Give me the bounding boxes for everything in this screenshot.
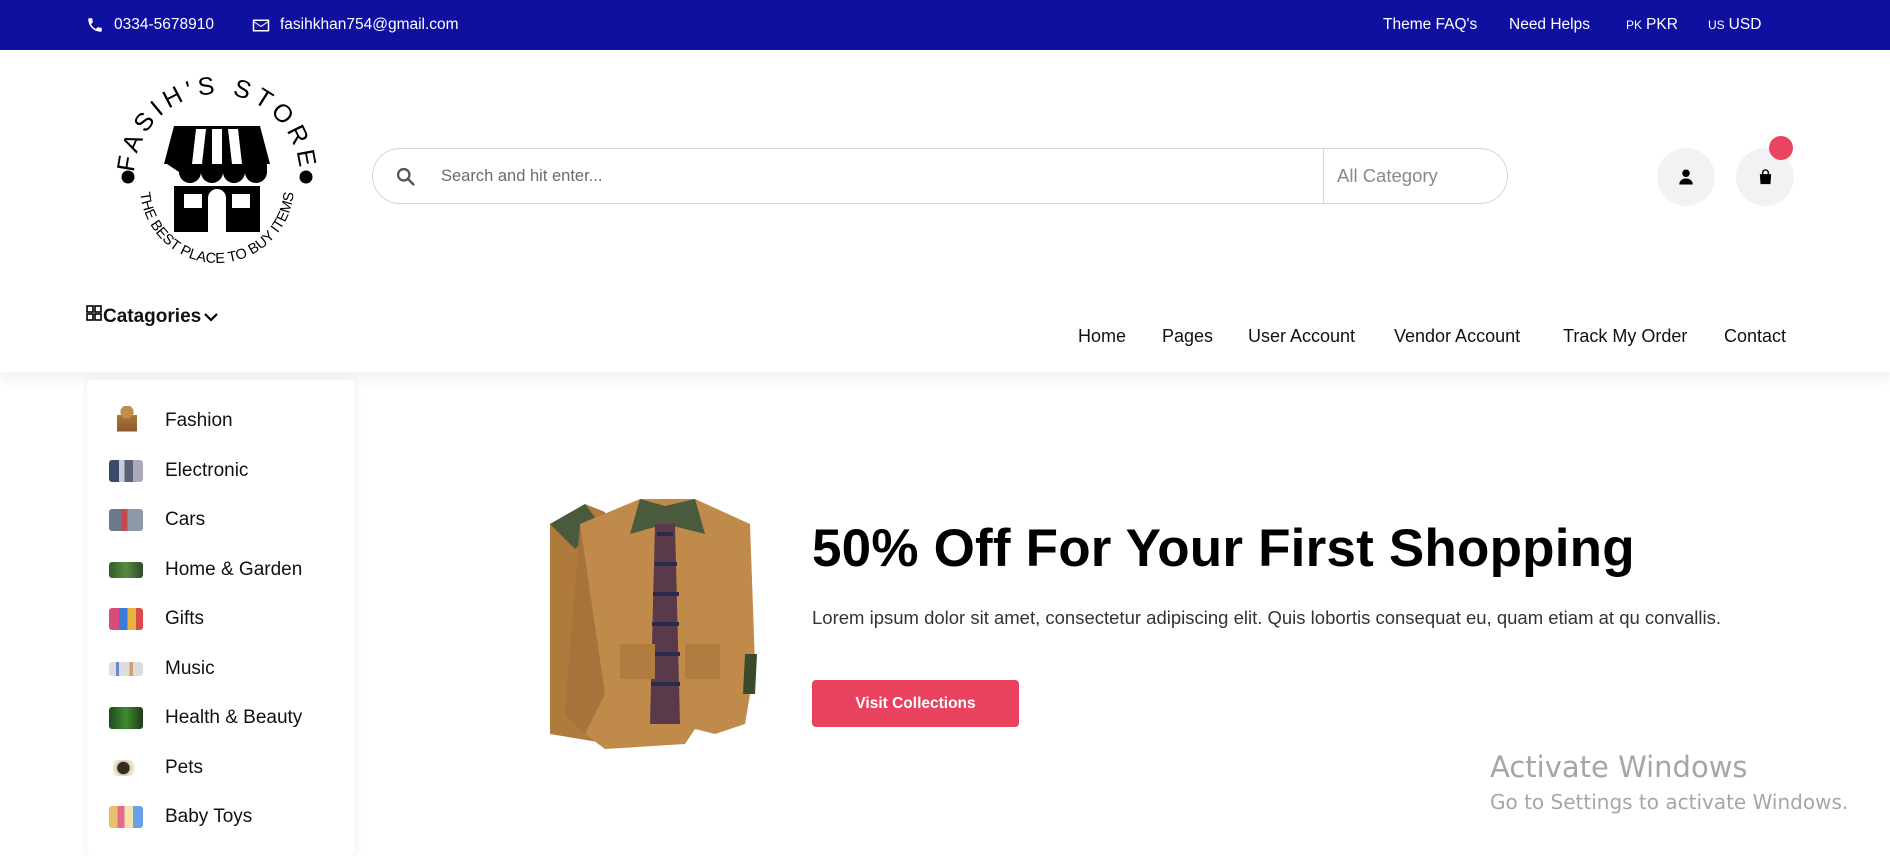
sidebar-item-label: Health & Beauty (165, 707, 303, 728)
currency-pkr-label: PKR (1646, 16, 1678, 33)
sidebar-item-cars[interactable]: Cars (87, 498, 355, 542)
nav-user-account[interactable]: User Account (1248, 326, 1355, 347)
grid-icon (86, 305, 102, 321)
toys-thumb-icon (109, 806, 143, 828)
categories-toggle[interactable]: Catagories (86, 303, 219, 331)
user-account-button[interactable] (1657, 148, 1715, 206)
sidebar-item-fashion[interactable]: Fashion (87, 399, 355, 443)
garden-thumb-icon (109, 562, 143, 578)
need-helps-link[interactable]: Need Helps (1509, 0, 1590, 50)
cars-thumb-icon (109, 509, 143, 531)
electronic-thumb-icon (109, 460, 143, 482)
sidebar-item-label: Pets (165, 757, 204, 778)
nav-pages[interactable]: Pages (1162, 326, 1213, 347)
theme-faq-link[interactable]: Theme FAQ's (1383, 0, 1477, 50)
chevron-down-icon (204, 313, 218, 322)
shopping-bag-icon (1759, 169, 1771, 185)
sidebar-item-label: Cars (165, 509, 206, 530)
categories-label: Catagories (103, 306, 202, 327)
sidebar-item-health-beauty[interactable]: Health & Beauty (87, 696, 355, 740)
sidebar-item-label: Baby Toys (165, 806, 253, 827)
contact-phone: 0334-5678910 (86, 0, 214, 50)
sidebar-item-home-garden[interactable]: Home & Garden (87, 548, 355, 592)
sidebar-item-label: Music (165, 658, 215, 679)
fashion-thumb-icon (117, 406, 137, 436)
hero-title: 50% Off For Your First Shopping (812, 519, 1635, 578)
pk-flag-icon: PK (1626, 18, 1643, 32)
us-flag-icon: US (1708, 18, 1725, 32)
currency-usd-label: USD (1728, 16, 1762, 33)
search-divider (1323, 149, 1324, 203)
gifts-thumb-icon (109, 608, 143, 630)
currency-usd[interactable]: US USD (1708, 0, 1761, 50)
nav-home[interactable]: Home (1078, 326, 1126, 347)
user-icon (1679, 169, 1693, 185)
category-sidebar: Fashion Electronic Cars Home & Garden Gi… (87, 380, 355, 856)
search-input[interactable] (441, 149, 1091, 203)
email-address: fasihkhan754@gmail.com (280, 16, 459, 33)
sidebar-item-gifts[interactable]: Gifts (87, 597, 355, 641)
sidebar-item-label: Fashion (165, 410, 233, 431)
contact-email: fasihkhan754@gmail.com (252, 0, 459, 50)
watermark-subtitle: Go to Settings to activate Windows. (1490, 790, 1849, 814)
currency-pkr[interactable]: PK PKR (1626, 0, 1678, 50)
hero-description: Lorem ipsum dolor sit amet, consectetur … (812, 607, 1722, 628)
store-logo[interactable]: FASIH'S STORE THE BEST PLACE TO BUY ITEM… (112, 74, 322, 280)
category-select[interactable]: All Category (1337, 149, 1438, 203)
sidebar-item-baby-toys[interactable]: Baby Toys (87, 795, 355, 839)
phone-icon (88, 18, 102, 32)
cart-badge (1769, 136, 1793, 160)
visit-collections-button[interactable]: Visit Collections (812, 680, 1019, 727)
nav-track-my-order[interactable]: Track My Order (1563, 326, 1687, 347)
activate-windows-watermark: Activate Windows Go to Settings to activ… (1490, 750, 1848, 814)
watermark-title: Activate Windows (1490, 750, 1748, 784)
sidebar-item-label: Home & Garden (165, 559, 303, 580)
sidebar-item-pets[interactable]: Pets (87, 746, 355, 790)
hero-jacket-image (550, 499, 757, 749)
sidebar-item-music[interactable]: Music (87, 647, 355, 691)
search-icon[interactable] (395, 166, 416, 187)
sidebar-item-label: Gifts (165, 608, 205, 629)
nav-vendor-account[interactable]: Vendor Account (1394, 326, 1520, 347)
music-thumb-icon (109, 662, 143, 676)
phone-number: 0334-5678910 (114, 16, 214, 33)
nav-contact[interactable]: Contact (1724, 326, 1786, 347)
mail-icon (252, 19, 270, 31)
sidebar-item-label: Electronic (165, 460, 249, 481)
pets-thumb-icon (113, 760, 139, 776)
top-bar: 0334-5678910 fasihkhan754@gmail.com Them… (0, 0, 1890, 50)
sidebar-item-electronic[interactable]: Electronic (87, 449, 355, 493)
search-bar: All Category (372, 148, 1508, 204)
health-thumb-icon (109, 707, 143, 729)
